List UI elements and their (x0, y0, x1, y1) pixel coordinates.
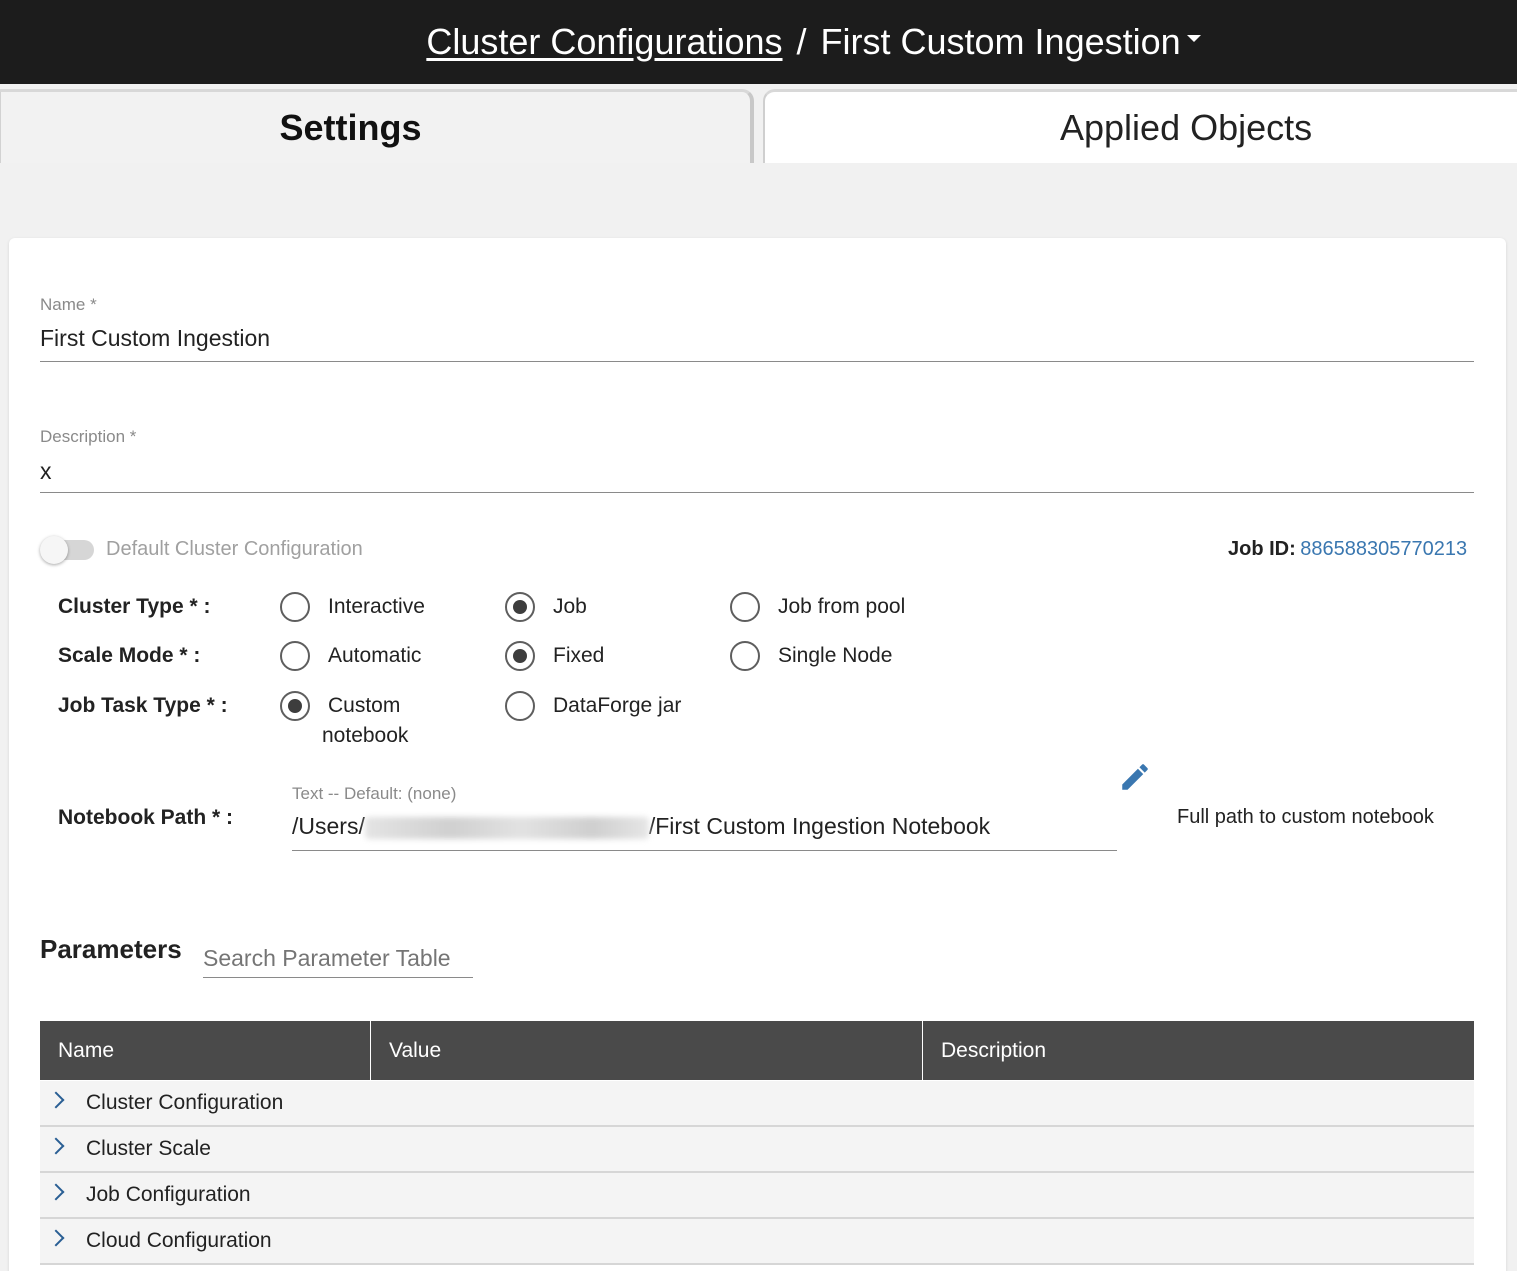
breadcrumb-current: First Custom Ingestion (820, 21, 1181, 62)
default-cluster-toggle-thumb[interactable] (40, 536, 68, 564)
radio-job-from-pool[interactable] (730, 592, 760, 622)
radio-job-label[interactable]: Job (553, 595, 587, 619)
job-id-label: Job ID: (1228, 538, 1296, 560)
notebook-path-hint: Text -- Default: (none) (292, 784, 457, 803)
parameters-table-header: Name Value Description (40, 1021, 1474, 1080)
breadcrumb-link-cluster-configurations[interactable]: Cluster Configurations (426, 21, 782, 63)
radio-dataforge-jar-label[interactable]: DataForge jar (553, 694, 681, 718)
job-id: Job ID: 886588305770213 (1228, 538, 1467, 561)
name-field-label: Name * (40, 295, 97, 314)
default-cluster-toggle-label: Default Cluster Configuration (106, 538, 363, 560)
radio-job[interactable] (505, 592, 535, 622)
table-row-label: Cluster Configuration (86, 1091, 284, 1114)
radio-automatic-label[interactable]: Automatic (328, 644, 421, 668)
pencil-icon[interactable] (1118, 760, 1152, 794)
job-task-type-label: Job Task Type * : (58, 694, 228, 717)
radio-custom-notebook-label-line2[interactable]: notebook (322, 724, 408, 748)
radio-fixed[interactable] (505, 641, 535, 671)
scale-mode-label: Scale Mode * : (58, 644, 201, 667)
redacted-username (364, 816, 649, 839)
cluster-type-label: Cluster Type * : (58, 595, 211, 618)
description-field[interactable]: x (40, 458, 52, 485)
radio-dataforge-jar[interactable] (505, 691, 535, 721)
chevron-right-icon[interactable] (47, 1229, 65, 1247)
chevron-right-icon[interactable] (47, 1137, 65, 1155)
column-header-value[interactable]: Value (370, 1021, 922, 1080)
radio-interactive-label[interactable]: Interactive (328, 595, 425, 619)
notebook-path-prefix: /Users/ (292, 813, 365, 839)
radio-single-node[interactable] (730, 641, 760, 671)
tab-settings[interactable]: Settings (0, 89, 754, 163)
radio-single-node-label[interactable]: Single Node (778, 644, 892, 668)
breadcrumb-separator: / (796, 21, 807, 62)
column-header-description[interactable]: Description (922, 1021, 1474, 1080)
breadcrumb: Cluster Configurations / First Custom In… (0, 0, 1517, 84)
chevron-right-icon[interactable] (47, 1091, 65, 1109)
table-row[interactable]: Job Configuration (40, 1173, 1474, 1219)
job-id-link[interactable]: 886588305770213 (1300, 538, 1467, 560)
radio-custom-notebook[interactable] (280, 691, 310, 721)
parameters-title: Parameters (40, 934, 182, 964)
table-row-label: Cluster Scale (86, 1137, 211, 1160)
radio-interactive[interactable] (280, 592, 310, 622)
chevron-right-icon[interactable] (47, 1183, 65, 1201)
notebook-path-underline (292, 850, 1117, 851)
radio-automatic[interactable] (280, 641, 310, 671)
table-row[interactable]: Cloud Configuration (40, 1219, 1474, 1265)
table-row-label: Job Configuration (86, 1183, 251, 1206)
radio-job-from-pool-label[interactable]: Job from pool (778, 595, 905, 619)
parameter-search-input[interactable] (203, 940, 473, 978)
radio-fixed-label[interactable]: Fixed (553, 644, 604, 668)
notebook-path-help: Full path to custom notebook (1177, 806, 1434, 828)
notebook-path-label: Notebook Path * : (58, 806, 234, 829)
table-row[interactable]: Cluster Scale (40, 1127, 1474, 1173)
caret-down-icon[interactable] (1186, 34, 1201, 42)
column-header-name[interactable]: Name (40, 1021, 370, 1080)
table-row-label: Cloud Configuration (86, 1229, 272, 1252)
name-field[interactable]: First Custom Ingestion (40, 325, 270, 352)
tab-applied-objects-label: Applied Objects (1060, 106, 1313, 148)
tab-applied-objects[interactable]: Applied Objects (763, 89, 1517, 163)
tab-settings-label: Settings (279, 106, 422, 148)
notebook-path-suffix: /First Custom Ingestion Notebook (648, 813, 991, 839)
table-row[interactable]: Cluster Configuration (40, 1081, 1474, 1127)
notebook-path-input[interactable]: /Users/ /First Custom Ingestion Notebook (292, 813, 990, 840)
description-field-label: Description * (40, 427, 137, 446)
description-field-underline (40, 492, 1474, 493)
name-field-underline (40, 361, 1474, 362)
radio-custom-notebook-label[interactable]: Custom (328, 694, 400, 718)
